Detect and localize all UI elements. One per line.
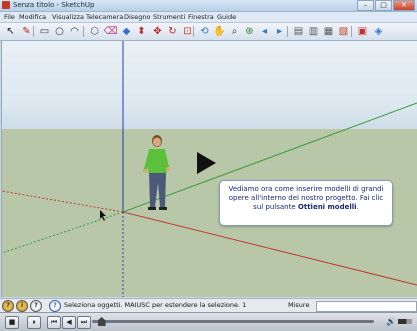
menu-bar: File Modifica Visualizza Telecamera Dise… — [0, 12, 417, 23]
misure-input[interactable] — [316, 301, 417, 312]
status-message: Seleziona oggetti. MAIUSC per estendere … — [64, 301, 247, 309]
mouse-cursor-icon — [100, 210, 106, 221]
misure-label: Misure — [288, 301, 310, 309]
tooltip-line-3: sul pulsante Ottieni modelli. — [220, 203, 392, 212]
zoom-extents-tool-icon[interactable]: ⊕ — [243, 25, 256, 38]
next-button[interactable]: ⏭ — [77, 316, 91, 329]
progress-thumb[interactable] — [97, 317, 106, 326]
tooltip-line-2: opere all'interno del nostro progetto. F… — [228, 194, 384, 202]
tooltip-line-1: Vediamo ora come inserire modelli di gra… — [228, 185, 384, 193]
rectangle-tool-icon[interactable]: ▭ — [38, 25, 51, 38]
pushpull-tool-icon[interactable]: ⬍ — [135, 25, 148, 38]
instructor-icon[interactable]: ? — [49, 300, 61, 312]
rotate-tool-icon[interactable]: ↻ — [166, 25, 179, 38]
toolbar-separator — [83, 26, 84, 37]
play-icon[interactable] — [194, 150, 218, 176]
extension-warehouse-tool-icon[interactable]: ▧ — [337, 25, 350, 38]
next-view-tool-icon[interactable]: ▸ — [273, 25, 286, 38]
toolbar-separator — [193, 26, 194, 37]
tooltip-line-3-prefix: sul pulsante — [253, 203, 298, 211]
help-icon[interactable]: ? — [2, 300, 14, 312]
maximize-button[interactable]: □ — [375, 0, 392, 11]
menu-visualizza[interactable]: Visualizza — [52, 12, 84, 22]
main-toolbar: ↖ ✎ ▭ ○ ◠ ⬡ ⌫ ◆ ⬍ ✥ ↻ ⊡ ⟲ ✋ ⌕ ⊕ ◂ ▸ ▤ ▥ ▦ ▧ ▣ ◈ — [0, 23, 417, 41]
extra-tool-icon[interactable]: ◈ — [372, 25, 385, 38]
volume-slider[interactable] — [398, 319, 412, 324]
layout-tool-icon[interactable]: ▣ — [356, 25, 369, 38]
tutorial-tooltip: Vediamo ora come inserire modelli di gra… — [219, 180, 393, 226]
line-tool-icon[interactable]: ✎ — [20, 25, 33, 38]
volume-icon[interactable]: 🔊 — [386, 316, 396, 327]
red-axis-dotted — [2, 190, 124, 213]
close-button[interactable]: ✕ — [393, 0, 415, 11]
menu-guide[interactable]: Guide — [217, 12, 236, 22]
previous-view-tool-icon[interactable]: ◂ — [258, 25, 271, 38]
component-tool-icon[interactable]: ⬡ — [88, 25, 101, 38]
select-tool-icon[interactable]: ↖ — [4, 25, 17, 38]
paint-bucket-tool-icon[interactable]: ◆ — [120, 25, 133, 38]
drawing-viewport[interactable]: Vediamo ora come inserire modelli di gra… — [1, 41, 417, 297]
eraser-tool-icon[interactable]: ⌫ — [103, 25, 117, 38]
tooltip-line-3-suffix: . — [356, 203, 359, 211]
scale-figure[interactable] — [139, 133, 179, 213]
get-models-highlight: Ottieni modelli — [297, 203, 357, 211]
tooltip-text: Vediamo ora come inserire modelli di gra… — [220, 185, 392, 212]
menu-modifica[interactable]: Modifica — [19, 12, 46, 22]
arc-tool-icon[interactable]: ◠ — [68, 25, 81, 38]
share-model-tool-icon[interactable]: ▥ — [307, 25, 320, 38]
zoom-tool-icon[interactable]: ⌕ — [228, 25, 241, 38]
menu-file[interactable]: File — [4, 12, 15, 22]
toolbar-separator — [287, 26, 288, 37]
pan-tool-icon[interactable]: ✋ — [213, 25, 226, 38]
status-bar: ? i ? ? Seleziona oggetti. MAIUSC per es… — [0, 298, 417, 312]
toolbar-separator — [33, 26, 34, 37]
share-component-tool-icon[interactable]: ▦ — [322, 25, 335, 38]
title-bar: Senza titolo - SketchUp – □ ✕ — [0, 0, 417, 12]
minimize-button[interactable]: – — [357, 0, 374, 11]
menu-strumenti[interactable]: Strumenti — [153, 12, 185, 22]
previous-button[interactable]: ⏮ — [47, 316, 61, 329]
window-controls: – □ ✕ — [357, 0, 415, 11]
move-tool-icon[interactable]: ✥ — [151, 25, 164, 38]
orbit-tool-icon[interactable]: ⟲ — [198, 25, 211, 38]
green-axis-dotted — [2, 211, 124, 254]
menu-telecamera[interactable]: Telecamera — [86, 12, 123, 22]
rewind-button[interactable]: ◀ — [62, 316, 76, 329]
stop-button[interactable]: ■ — [5, 316, 19, 329]
get-models-tool-icon[interactable]: ▤ — [292, 25, 305, 38]
sketchup-app-icon — [2, 1, 10, 9]
menu-finestra[interactable]: Finestra — [188, 12, 214, 22]
menu-disegno[interactable]: Disegno — [124, 12, 150, 22]
geo-location-icon[interactable]: i — [16, 300, 28, 312]
credits-icon[interactable]: ? — [30, 300, 42, 312]
video-player-bar: ■ ⏸ ⏮ ◀ ⏭ 🔊 — [0, 312, 417, 331]
pause-button[interactable]: ⏸ — [27, 316, 41, 329]
circle-tool-icon[interactable]: ○ — [53, 25, 66, 38]
toolbar-separator — [351, 26, 352, 37]
window-title: Senza titolo - SketchUp — [13, 1, 95, 9]
progress-track[interactable] — [92, 320, 374, 323]
